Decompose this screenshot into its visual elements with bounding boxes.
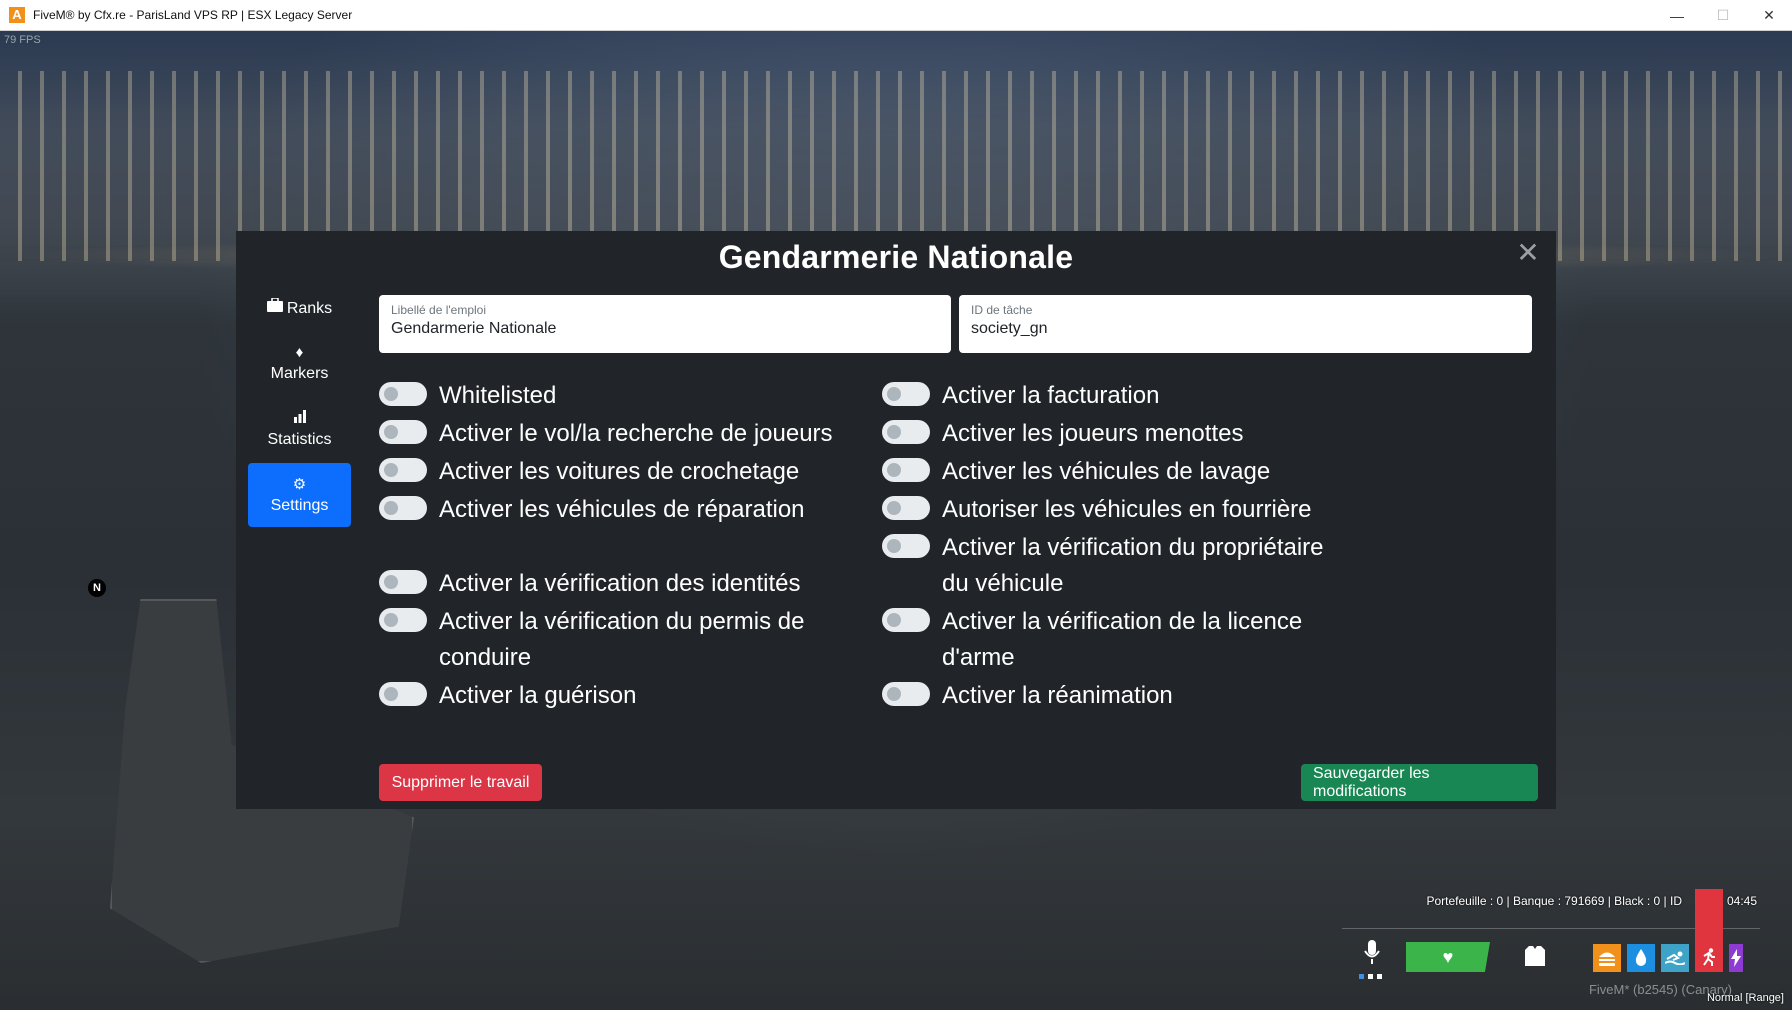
toggle-label: Activer les joueurs menottes — [942, 420, 1244, 447]
toggle-switch[interactable] — [379, 458, 427, 482]
nav-item-markers[interactable]: ♦ Markers — [248, 331, 351, 395]
toggle-label: Activer la vérification du permis de con… — [439, 608, 805, 671]
side-nav: Ranks ♦ Markers Statistics ⚙ Settings — [248, 291, 351, 529]
job-label-field-label: Libellé de l'emploi — [391, 303, 487, 317]
job-id-input[interactable] — [971, 320, 1520, 338]
toggle-switch[interactable] — [379, 682, 427, 706]
toggle-license-check[interactable]: Activer la vérification du permis de con… — [379, 604, 839, 676]
toggle-switch[interactable] — [379, 382, 427, 406]
fps-counter: 79 FPS — [4, 34, 41, 46]
minimize-button[interactable]: — — [1654, 0, 1700, 31]
nav-item-ranks[interactable]: Ranks — [248, 291, 351, 327]
job-label-input[interactable] — [391, 320, 939, 338]
window-title: FiveM® by Cfx.re - ParisLand VPS RP | ES… — [33, 8, 353, 22]
toggle-label: Activer la vérification des identités — [439, 570, 801, 597]
toggle-owner-check[interactable]: Activer la vérification du propriétaire … — [882, 530, 1342, 602]
heart-icon: ♥ — [1442, 946, 1454, 967]
job-id-field[interactable]: ID de tâche — [959, 295, 1532, 353]
toggle-label: Autoriser les véhicules en fourrière — [942, 496, 1312, 523]
toggle-impound[interactable]: Autoriser les véhicules en fourrière — [882, 492, 1382, 528]
money-display: Portefeuille : 0 | Banque : 791669 | Bla… — [1426, 894, 1682, 908]
toggle-switch[interactable] — [882, 608, 930, 632]
stamina-running-icon — [1695, 889, 1723, 972]
toggle-label: Activer la vérification de la licence d'… — [942, 608, 1303, 671]
voice-mode-label: Normal [Range] — [1706, 992, 1784, 1004]
job-settings-modal: Gendarmerie Nationale ✕ Ranks ♦ Markers … — [236, 231, 1556, 809]
toggle-lockpick[interactable]: Activer les voitures de crochetage — [379, 454, 839, 490]
job-id-field-label: ID de tâche — [971, 303, 1033, 317]
toggle-whitelisted[interactable]: Whitelisted — [379, 378, 839, 414]
voice-range-indicator — [1358, 974, 1384, 980]
nav-item-statistics[interactable]: Statistics — [248, 397, 351, 461]
toggle-handcuff[interactable]: Activer les joueurs menottes — [882, 416, 1382, 452]
restore-button[interactable]: ☐ — [1700, 0, 1746, 31]
save-changes-button[interactable]: Sauvegarder les modifications — [1301, 764, 1538, 801]
nav-item-settings[interactable]: ⚙ Settings — [248, 463, 351, 527]
map-marker-icon: ♦ — [295, 343, 304, 361]
toggle-switch[interactable] — [882, 382, 930, 406]
toggle-switch[interactable] — [379, 496, 427, 520]
briefcase-icon — [266, 297, 283, 317]
toggle-switch[interactable] — [379, 420, 427, 444]
toggle-label: Activer les voitures de crochetage — [439, 458, 800, 485]
toggle-label: Activer la guérison — [439, 682, 637, 709]
toggle-heal[interactable]: Activer la guérison — [379, 678, 839, 714]
toggle-billing[interactable]: Activer la facturation — [882, 378, 1382, 414]
toggle-label: Activer les véhicules de lavage — [942, 458, 1271, 485]
close-window-button[interactable]: ✕ — [1746, 0, 1792, 31]
toggle-label: Activer la réanimation — [942, 682, 1173, 709]
toggle-switch[interactable] — [379, 570, 427, 594]
clock-display: 04:45 — [1726, 894, 1757, 908]
toggle-switch[interactable] — [882, 420, 930, 444]
job-label-field[interactable]: Libellé de l'emploi — [379, 295, 951, 353]
toggle-label: Activer la vérification du propriétaire … — [942, 534, 1324, 597]
stress-lightning-icon — [1729, 944, 1743, 972]
north-compass-icon: N — [88, 579, 106, 597]
nav-label-statistics: Statistics — [267, 431, 332, 448]
toggle-switch[interactable] — [882, 682, 930, 706]
bar-chart-icon — [293, 409, 307, 428]
nav-label-markers: Markers — [270, 364, 329, 382]
toggle-repair[interactable]: Activer les véhicules de réparation — [379, 492, 839, 528]
window-titlebar: A FiveM® by Cfx.re - ParisLand VPS RP | … — [0, 0, 1792, 31]
toggle-label: Activer le vol/la recherche de joueurs — [439, 420, 833, 447]
toggle-switch[interactable] — [882, 458, 930, 482]
health-bar: ♥ — [1406, 942, 1490, 972]
toggle-switch[interactable] — [882, 534, 930, 558]
toggle-switch[interactable] — [882, 496, 930, 520]
toggle-weapon-license-check[interactable]: Activer la vérification de la licence d'… — [882, 604, 1322, 676]
toggle-identity-check[interactable]: Activer la vérification des identités — [379, 566, 839, 602]
delete-job-button[interactable]: Supprimer le travail — [379, 764, 542, 801]
microphone-icon — [1360, 938, 1384, 968]
toggle-label: Activer les véhicules de réparation — [439, 496, 805, 523]
armor-vest-icon — [1522, 942, 1548, 970]
close-modal-icon[interactable]: ✕ — [1514, 239, 1542, 267]
gear-icon: ⚙ — [292, 475, 307, 493]
toggle-robbery[interactable]: Activer le vol/la recherche de joueurs — [379, 416, 839, 452]
modal-title: Gendarmerie Nationale — [718, 239, 1074, 275]
hunger-burger-icon — [1593, 944, 1621, 972]
toggle-switch[interactable] — [379, 608, 427, 632]
window-controls: — ☐ ✕ — [1654, 0, 1792, 31]
oxygen-swim-icon — [1661, 944, 1689, 972]
fivem-app-icon: A — [9, 7, 25, 23]
nav-label-settings: Settings — [270, 496, 329, 514]
toggle-label: Activer la facturation — [942, 382, 1160, 409]
toggle-revive[interactable]: Activer la réanimation — [882, 678, 1382, 714]
toggle-label: Whitelisted — [439, 382, 557, 409]
thirst-drop-icon — [1627, 944, 1655, 972]
nav-label-ranks: Ranks — [286, 300, 333, 317]
toggle-wash[interactable]: Activer les véhicules de lavage — [882, 454, 1382, 490]
